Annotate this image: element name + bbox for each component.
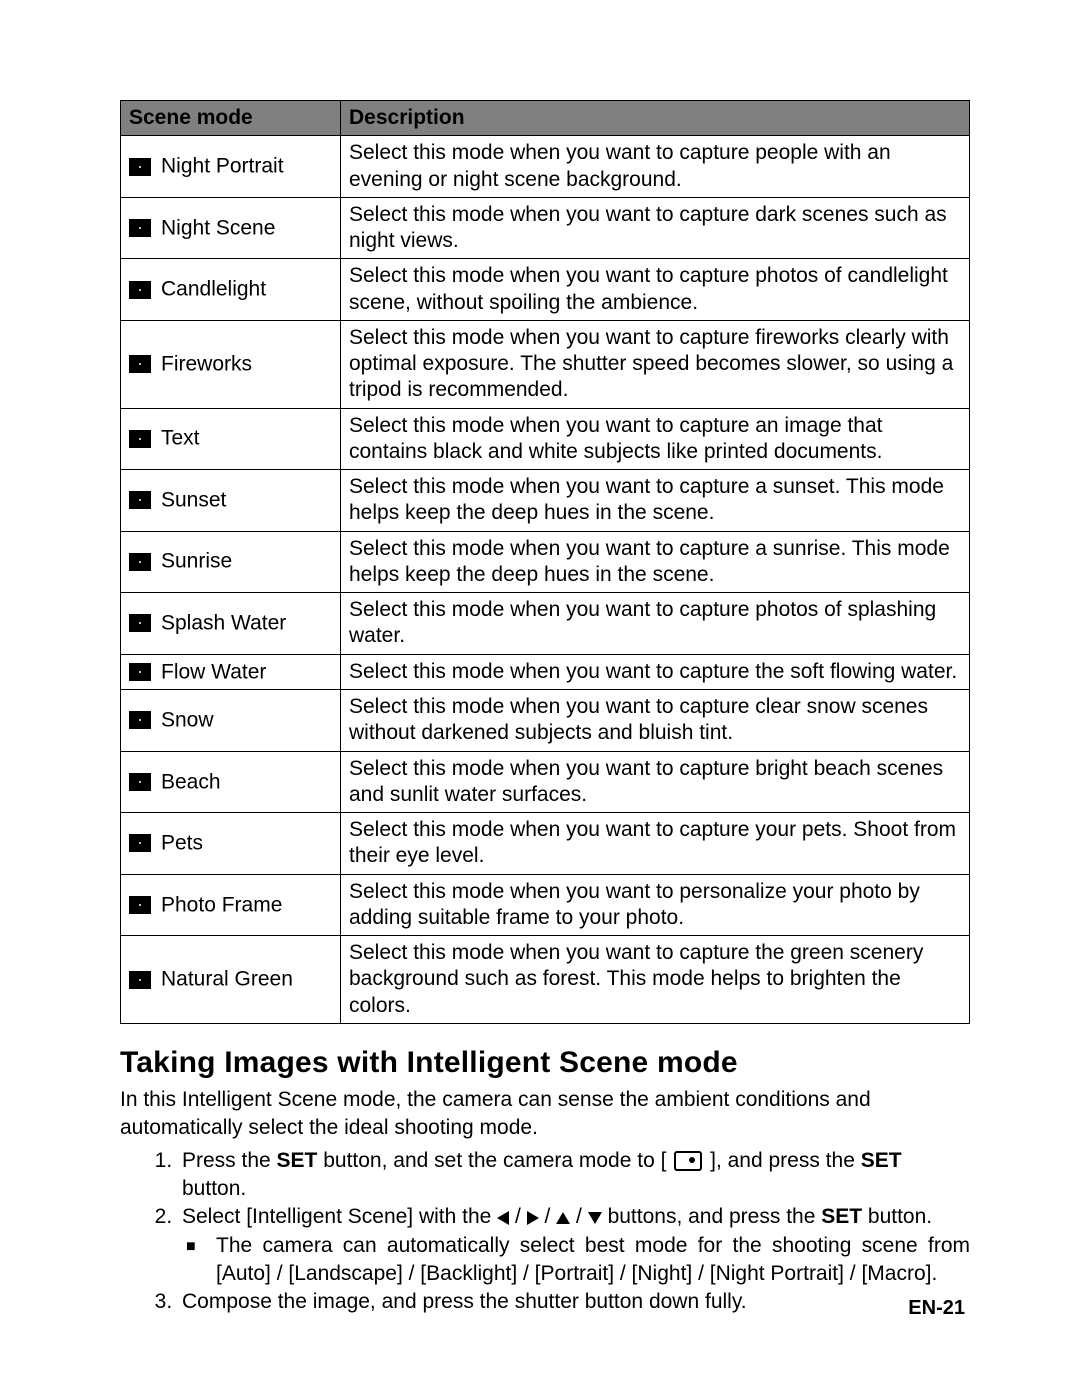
table-row: Sunset Select this mode when you want to … — [121, 470, 970, 532]
mode-label: Flow Water — [161, 660, 266, 683]
table-row: Flow Water Select this mode when you want… — [121, 654, 970, 690]
section-title: Taking Images with Intelligent Scene mod… — [120, 1046, 970, 1080]
page-number: EN-21 — [908, 1297, 965, 1320]
step-3: Compose the image, and press the shutter… — [178, 1288, 970, 1316]
mode-icon — [129, 614, 151, 632]
right-arrow-icon — [527, 1211, 539, 1225]
mode-cell: Snow — [121, 690, 341, 752]
mode-cell: Text — [121, 408, 341, 470]
mode-cell: Night Scene — [121, 197, 341, 259]
mode-cell: Splash Water — [121, 593, 341, 655]
mode-cell: Sunrise — [121, 531, 341, 593]
step-2: Select [Intelligent Scene] with the / / … — [178, 1203, 970, 1288]
desc-cell: Select this mode when you want to captur… — [341, 136, 970, 198]
step-1: Press the SET button, and set the camera… — [178, 1147, 970, 1204]
section-intro: In this Intelligent Scene mode, the came… — [120, 1086, 970, 1143]
mode-label: Text — [161, 427, 200, 450]
mode-cell: Pets — [121, 813, 341, 875]
table-row: Sunrise Select this mode when you want to… — [121, 531, 970, 593]
desc-cell: Select this mode when you want to captur… — [341, 593, 970, 655]
mode-icon — [129, 491, 151, 509]
mode-cell: Sunset — [121, 470, 341, 532]
table-row: Night Scene Select this mode when you wan… — [121, 197, 970, 259]
mode-label: Natural Green — [161, 967, 293, 990]
mode-label: Candlelight — [161, 278, 266, 301]
desc-cell: Select this mode when you want to captur… — [341, 197, 970, 259]
camera-icon — [674, 1151, 702, 1171]
mode-label: Sunset — [161, 488, 226, 511]
mode-icon — [129, 971, 151, 989]
mode-cell: Beach — [121, 751, 341, 813]
desc-cell: Select this mode when you want to captur… — [341, 259, 970, 321]
desc-cell: Select this mode when you want to captur… — [341, 690, 970, 752]
table-row: Natural Green Select this mode when you w… — [121, 936, 970, 1024]
mode-label: Snow — [161, 708, 214, 731]
mode-icon — [129, 663, 151, 681]
table-row: Photo Frame Select this mode when you wan… — [121, 874, 970, 936]
desc-cell: Select this mode when you want to captur… — [341, 470, 970, 532]
mode-icon — [129, 553, 151, 571]
mode-icon — [129, 773, 151, 791]
mode-cell: Natural Green — [121, 936, 341, 1024]
mode-icon — [129, 834, 151, 852]
mode-label: Night Portrait — [161, 155, 284, 178]
desc-cell: Select this mode when you want to captur… — [341, 408, 970, 470]
table-row: Pets Select this mode when you want to ca… — [121, 813, 970, 875]
desc-cell: Select this mode when you want to captur… — [341, 813, 970, 875]
mode-icon — [129, 355, 151, 373]
desc-cell: Select this mode when you want to person… — [341, 874, 970, 936]
table-row: Night Portrait Select this mode when you … — [121, 136, 970, 198]
desc-cell: Select this mode when you want to captur… — [341, 531, 970, 593]
mode-icon — [129, 711, 151, 729]
table-row: Text Select this mode when you want to ca… — [121, 408, 970, 470]
mode-icon — [129, 219, 151, 237]
mode-icon — [129, 896, 151, 914]
mode-label: Splash Water — [161, 611, 286, 634]
left-arrow-icon — [497, 1211, 509, 1225]
mode-label: Sunrise — [161, 550, 232, 573]
up-arrow-icon — [556, 1212, 570, 1224]
desc-cell: Select this mode when you want to captur… — [341, 751, 970, 813]
mode-cell: Photo Frame — [121, 874, 341, 936]
mode-label: Pets — [161, 831, 203, 854]
table-row: Snow Select this mode when you want to ca… — [121, 690, 970, 752]
mode-cell: Night Portrait — [121, 136, 341, 198]
step-2-sub: The camera can automatically select best… — [216, 1232, 970, 1289]
table-header-mode: Scene mode — [121, 101, 341, 136]
mode-label: Fireworks — [161, 352, 252, 375]
scene-mode-table: Scene mode Description Night Portrait Sel… — [120, 100, 970, 1024]
mode-label: Beach — [161, 770, 221, 793]
mode-cell: Fireworks — [121, 320, 341, 408]
table-row: Beach Select this mode when you want to c… — [121, 751, 970, 813]
down-arrow-icon — [588, 1212, 602, 1224]
mode-cell: Candlelight — [121, 259, 341, 321]
steps-list: Press the SET button, and set the camera… — [120, 1147, 970, 1317]
mode-icon — [129, 158, 151, 176]
mode-cell: Flow Water — [121, 654, 341, 690]
mode-label: Photo Frame — [161, 893, 282, 916]
desc-cell: Select this mode when you want to captur… — [341, 654, 970, 690]
table-row: Fireworks Select this mode when you want … — [121, 320, 970, 408]
mode-label: Night Scene — [161, 216, 275, 239]
desc-cell: Select this mode when you want to captur… — [341, 936, 970, 1024]
table-header-desc: Description — [341, 101, 970, 136]
table-row: Candlelight Select this mode when you wan… — [121, 259, 970, 321]
table-row: Splash Water Select this mode when you wa… — [121, 593, 970, 655]
mode-icon — [129, 430, 151, 448]
mode-icon — [129, 281, 151, 299]
desc-cell: Select this mode when you want to captur… — [341, 320, 970, 408]
